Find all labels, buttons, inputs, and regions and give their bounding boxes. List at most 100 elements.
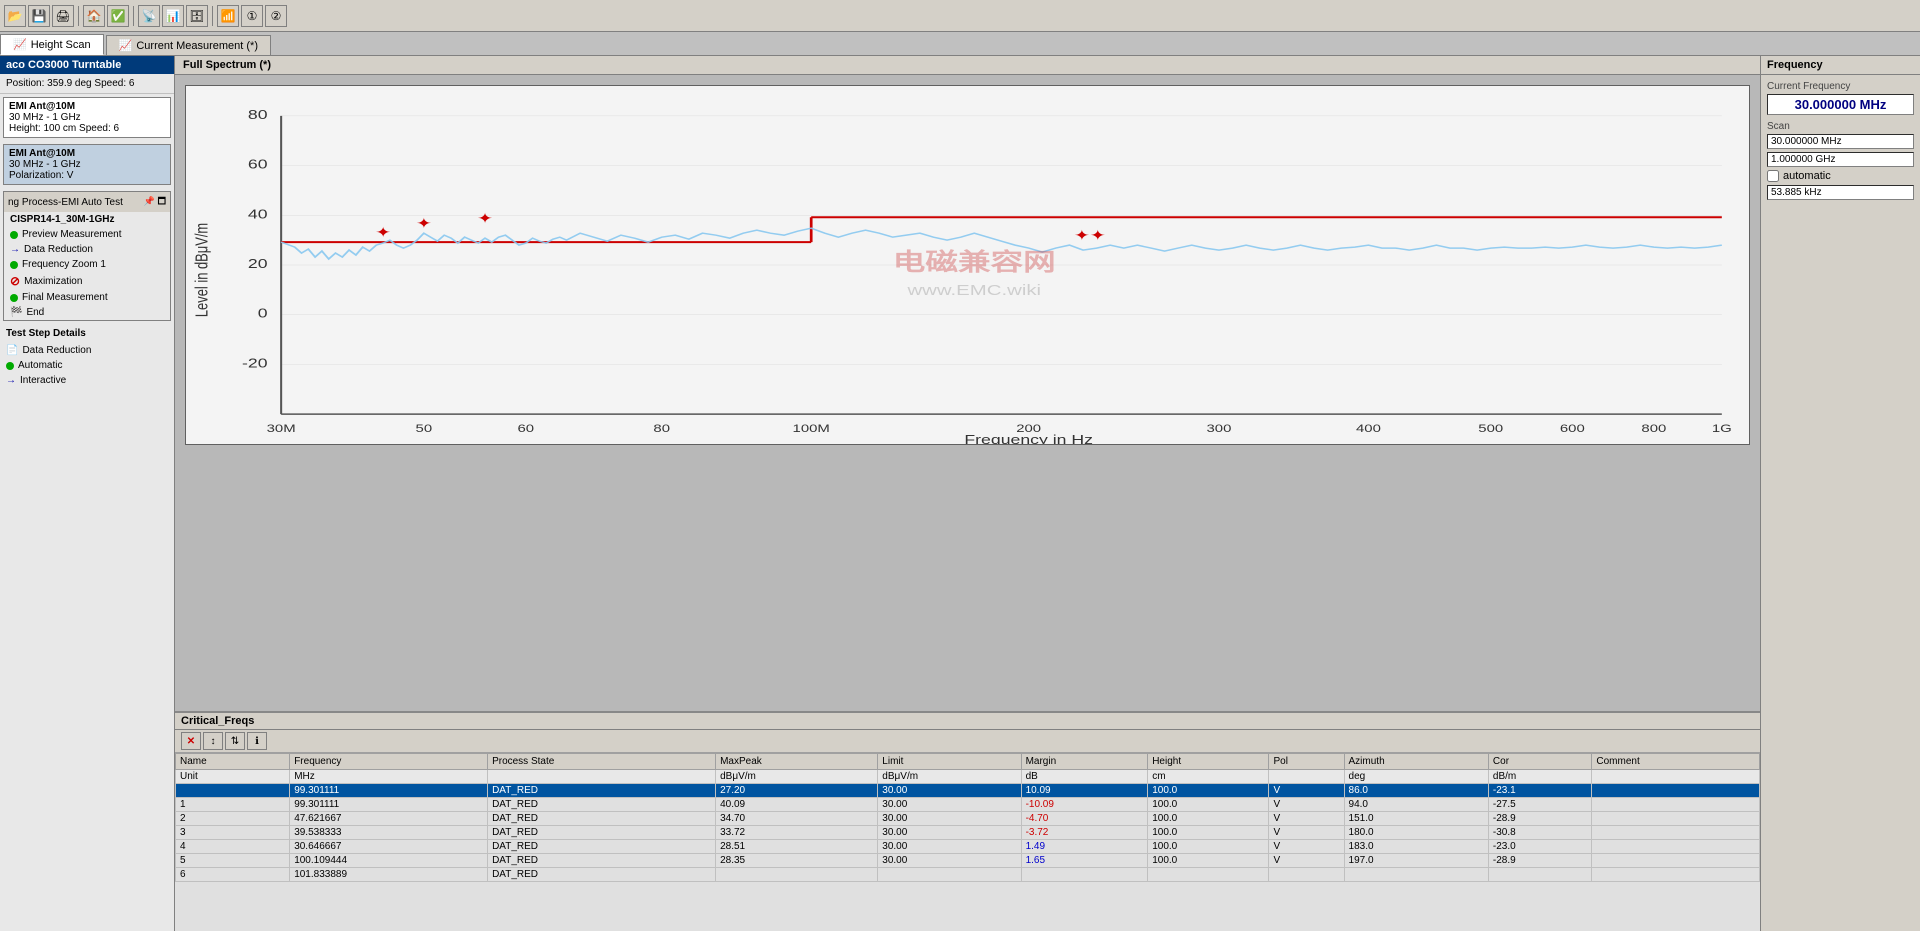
table-btn-sort2[interactable]: ⇅ <box>225 732 245 750</box>
cell-margin <box>1021 868 1148 882</box>
process-preview: Preview Measurement <box>4 227 170 242</box>
cell-maxpeak: 40.09 <box>716 798 878 812</box>
test-item-1: 📄 Data Reduction <box>0 343 174 358</box>
main-toolbar: 📂 💾 🖨 🏠 ✅ 📡 📊 🗄 📶 ① ② <box>0 0 1920 32</box>
cell-limit: 30.00 <box>878 826 1021 840</box>
cell-margin: -3.72 <box>1021 826 1148 840</box>
table-header-row: Name Frequency Process State MaxPeak Lim… <box>176 754 1760 770</box>
auto-checkbox[interactable] <box>1767 170 1779 182</box>
svg-text:300: 300 <box>1206 422 1231 435</box>
toolbar-icon-6[interactable]: 📡 <box>138 5 160 27</box>
unit-margin: dB <box>1021 770 1148 784</box>
cell-height: 100.0 <box>1148 812 1269 826</box>
scan-stop-input[interactable] <box>1767 152 1914 167</box>
toolbar-icon-9[interactable]: 📶 <box>217 5 239 27</box>
unit-state <box>488 770 716 784</box>
cell-num: 4 <box>176 840 290 854</box>
right-panel: Frequency Current Frequency 30.000000 MH… <box>1760 56 1920 931</box>
tab-bar: 📈 Height Scan 📈 Current Measurement (*) <box>0 32 1920 56</box>
cell-num: 6 <box>176 868 290 882</box>
turntable-header: aco CO3000 Turntable <box>0 56 174 74</box>
toolbar-icon-5[interactable]: ✅ <box>107 5 129 27</box>
antenna-panel-2: EMI Ant@10M 30 MHz - 1 GHz Polarization:… <box>3 144 171 185</box>
scan-start-input[interactable] <box>1767 134 1914 149</box>
cell-height: 100.0 <box>1148 826 1269 840</box>
toolbar-icon-4[interactable]: 🏠 <box>83 5 105 27</box>
table-row[interactable]: 6 101.833889 DAT_RED <box>176 868 1760 882</box>
cell-maxpeak: 33.72 <box>716 826 878 840</box>
svg-text:80: 80 <box>248 108 268 122</box>
table-btn-info[interactable]: ℹ <box>247 732 267 750</box>
cell-cor: -23.0 <box>1488 840 1591 854</box>
cell-margin: 10.09 <box>1021 784 1148 798</box>
cell-comment <box>1592 784 1760 798</box>
cell-freq: 101.833889 <box>290 868 488 882</box>
table-unit-row: Unit MHz dBμV/m dBμV/m dB cm deg dB/m <box>176 770 1760 784</box>
table-row[interactable]: 5 100.109444 DAT_RED 28.35 30.00 1.65 10… <box>176 854 1760 868</box>
cell-freq: 39.538333 <box>290 826 488 840</box>
cell-comment <box>1592 868 1760 882</box>
turntable-info: Position: 359.9 deg Speed: 6 <box>0 74 174 94</box>
cell-state: DAT_RED <box>488 868 716 882</box>
cell-limit: 30.00 <box>878 784 1021 798</box>
unit-comment <box>1592 770 1760 784</box>
tab-height-scan[interactable]: 📈 Height Scan <box>0 34 104 55</box>
flag-icon: 🏁 <box>10 307 22 318</box>
col-name: Name <box>176 754 290 770</box>
table-row[interactable]: 99.301111 DAT_RED 27.20 30.00 10.09 100.… <box>176 784 1760 798</box>
toolbar-icon-11[interactable]: ② <box>265 5 287 27</box>
tab-current-icon: 📈 <box>119 39 133 52</box>
cell-comment <box>1592 854 1760 868</box>
process-data-reduction: → Data Reduction <box>4 242 170 257</box>
toolbar-sep-3 <box>212 6 213 26</box>
cell-pol: V <box>1269 826 1344 840</box>
cell-pol: V <box>1269 840 1344 854</box>
table-scroll-area[interactable]: Name Frequency Process State MaxPeak Lim… <box>175 753 1760 931</box>
content-area: aco CO3000 Turntable Position: 359.9 deg… <box>0 56 1920 931</box>
process-freq-zoom: Frequency Zoom 1 <box>4 257 170 272</box>
toolbar-icon-10[interactable]: ① <box>241 5 263 27</box>
toolbar-icon-8[interactable]: 🗄 <box>186 5 208 27</box>
table-toolbar: ✕ ↕ ⇅ ℹ <box>175 730 1760 753</box>
col-margin: Margin <box>1021 754 1148 770</box>
table-row[interactable]: 1 99.301111 DAT_RED 40.09 30.00 -10.09 1… <box>176 798 1760 812</box>
test-details-label: Test Step Details <box>0 324 174 343</box>
cell-maxpeak: 28.51 <box>716 840 878 854</box>
unit-freq: MHz <box>290 770 488 784</box>
toolbar-icon-7[interactable]: 📊 <box>162 5 184 27</box>
toolbar-icon-2[interactable]: 💾 <box>28 5 50 27</box>
tab-current-measurement[interactable]: 📈 Current Measurement (*) <box>106 35 271 55</box>
frequency-panel-header: Frequency <box>1761 56 1920 75</box>
toolbar-icon-3[interactable]: 🖨 <box>52 5 74 27</box>
toolbar-icon-1[interactable]: 📂 <box>4 5 26 27</box>
unit-maxpeak: dBμV/m <box>716 770 878 784</box>
antenna-panel-1: EMI Ant@10M 30 MHz - 1 GHz Height: 100 c… <box>3 97 171 138</box>
cell-height: 100.0 <box>1148 854 1269 868</box>
cell-state: DAT_RED <box>488 854 716 868</box>
cell-pol: V <box>1269 798 1344 812</box>
antenna-content-2: EMI Ant@10M 30 MHz - 1 GHz Polarization:… <box>4 145 170 184</box>
process-end: 🏁 End <box>4 305 170 320</box>
process-name: CISPR14-1_30M-1GHz <box>4 212 170 227</box>
cell-pol: V <box>1269 812 1344 826</box>
col-comment: Comment <box>1592 754 1760 770</box>
freq-input[interactable] <box>1767 185 1914 200</box>
cell-cor: -23.1 <box>1488 784 1591 798</box>
cell-state: DAT_RED <box>488 784 716 798</box>
cell-cor <box>1488 868 1591 882</box>
svg-text:600: 600 <box>1560 422 1585 435</box>
table-btn-sort1[interactable]: ↕ <box>203 732 223 750</box>
cell-limit: 30.00 <box>878 812 1021 826</box>
process-header-label: ng Process-EMI Auto Test <box>8 197 123 208</box>
dot-preview <box>10 231 18 239</box>
unit-name: Unit <box>176 770 290 784</box>
process-header-icons: 📌 🗖 <box>144 194 166 210</box>
svg-text:电磁兼容网: 电磁兼容网 <box>893 248 1056 276</box>
table-row[interactable]: 4 30.646667 DAT_RED 28.51 30.00 1.49 100… <box>176 840 1760 854</box>
table-row[interactable]: 2 47.621667 DAT_RED 34.70 30.00 -4.70 10… <box>176 812 1760 826</box>
table-btn-delete[interactable]: ✕ <box>181 732 201 750</box>
main-area: Full Spectrum (*) <box>175 56 1760 931</box>
table-row[interactable]: 3 39.538333 DAT_RED 33.72 30.00 -3.72 10… <box>176 826 1760 840</box>
svg-text:-20: -20 <box>242 357 268 371</box>
dot-freq-zoom <box>10 261 18 269</box>
